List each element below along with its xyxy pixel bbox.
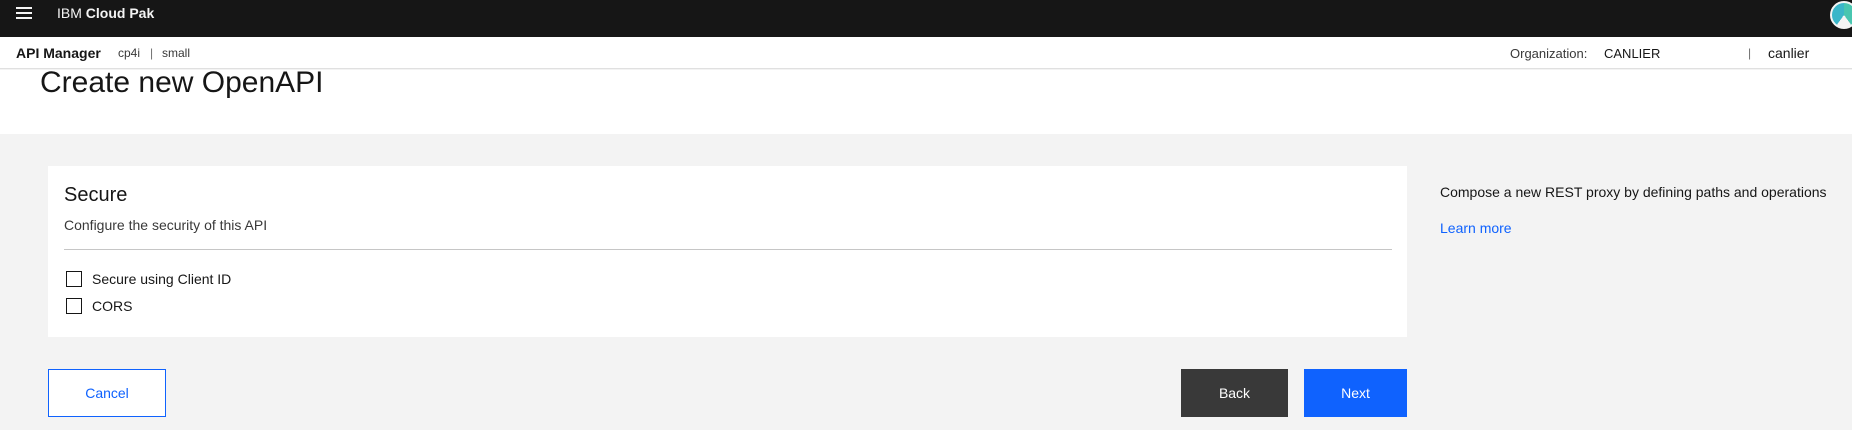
side-panel-description: Compose a new REST proxy by defining pat…	[1440, 184, 1827, 200]
page-header: Create new OpenAPI	[0, 66, 1852, 134]
user-menu[interactable]: canlier	[1768, 45, 1809, 61]
card-title: Secure	[64, 184, 128, 206]
cors-checkbox-label[interactable]: CORS	[92, 298, 132, 314]
learn-more-link[interactable]: Learn more	[1440, 220, 1512, 236]
card-description: Configure the security of this API	[64, 217, 268, 233]
header-separator: |	[1748, 46, 1752, 60]
cors-checkbox-row[interactable]: CORS	[66, 297, 132, 315]
organization-label: Organization:	[1510, 46, 1588, 61]
brand-title: IBM Cloud Pak	[57, 5, 154, 21]
breadcrumb-space[interactable]: small	[162, 46, 190, 60]
menu-icon[interactable]	[16, 7, 32, 21]
page-title: Create new OpenAPI	[40, 66, 324, 99]
brand-prefix: IBM	[57, 5, 82, 21]
cors-checkbox[interactable]	[66, 298, 82, 314]
cancel-button[interactable]: Cancel	[48, 369, 166, 417]
brand-name: Cloud Pak	[85, 5, 155, 21]
divider	[64, 249, 1392, 250]
sub-header-bar: API Manager cp4i | small Organization: C…	[0, 37, 1852, 69]
organization-selector[interactable]: CANLIER	[1604, 46, 1660, 61]
back-button[interactable]: Back	[1181, 369, 1288, 417]
next-button[interactable]: Next	[1304, 369, 1407, 417]
product-name: API Manager	[16, 45, 101, 61]
breadcrumb-separator: |	[150, 46, 154, 60]
top-navigation-bar: IBM Cloud Pak	[0, 0, 1852, 37]
breadcrumb-catalog[interactable]: cp4i	[118, 46, 140, 60]
secure-card: Secure Configure the security of this AP…	[48, 166, 1407, 337]
client-id-checkbox-label[interactable]: Secure using Client ID	[92, 271, 231, 287]
avatar[interactable]	[1830, 1, 1852, 29]
client-id-checkbox-row[interactable]: Secure using Client ID	[66, 270, 231, 288]
client-id-checkbox[interactable]	[66, 271, 82, 287]
